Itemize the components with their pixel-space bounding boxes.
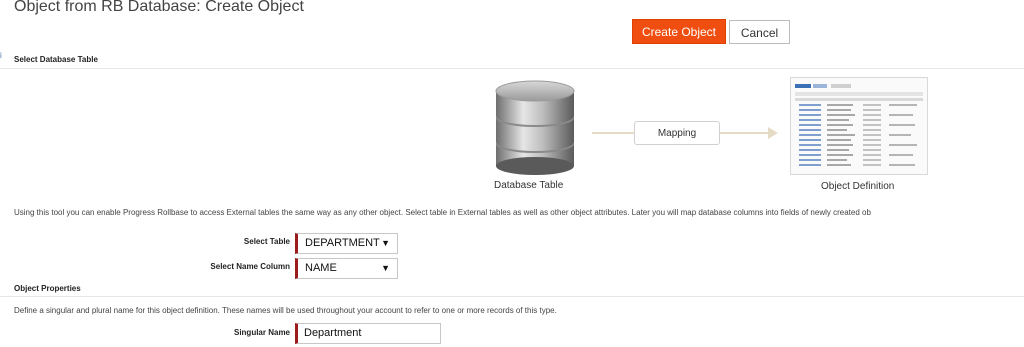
section-header-object-properties: Object Properties xyxy=(14,284,81,293)
select-name-column-label: Select Name Column xyxy=(210,262,290,271)
object-definition-caption: Object Definition xyxy=(821,181,895,192)
select-table-description: Using this tool you can enable Progress … xyxy=(14,208,871,217)
select-table-dropdown[interactable]: DEPARTMENT ▼ xyxy=(295,233,398,254)
cancel-button[interactable]: Cancel xyxy=(729,20,790,44)
singular-name-input[interactable]: Department xyxy=(295,323,441,344)
select-name-column-dropdown[interactable]: NAME ▼ xyxy=(295,258,398,279)
database-icon xyxy=(495,80,575,175)
section-divider xyxy=(0,68,1024,69)
select-name-column-value: NAME xyxy=(305,262,337,274)
singular-name-label: Singular Name xyxy=(233,328,290,337)
create-object-button[interactable]: Create Object xyxy=(632,19,726,44)
edge-marker: i xyxy=(0,51,2,60)
caret-down-icon: ▼ xyxy=(381,263,390,273)
select-table-label: Select Table xyxy=(243,237,290,246)
page-title: Object from RB Database: Create Object xyxy=(14,0,304,15)
section-header-select-table: Select Database Table xyxy=(14,55,98,64)
section-divider xyxy=(0,296,1024,297)
database-table-caption: Database Table xyxy=(494,180,564,191)
caret-down-icon: ▼ xyxy=(381,238,390,248)
select-table-value: DEPARTMENT xyxy=(305,237,380,249)
object-properties-description: Define a singular and plural name for th… xyxy=(14,306,557,315)
object-definition-preview xyxy=(790,77,928,175)
mapping-label: Mapping xyxy=(634,121,720,145)
